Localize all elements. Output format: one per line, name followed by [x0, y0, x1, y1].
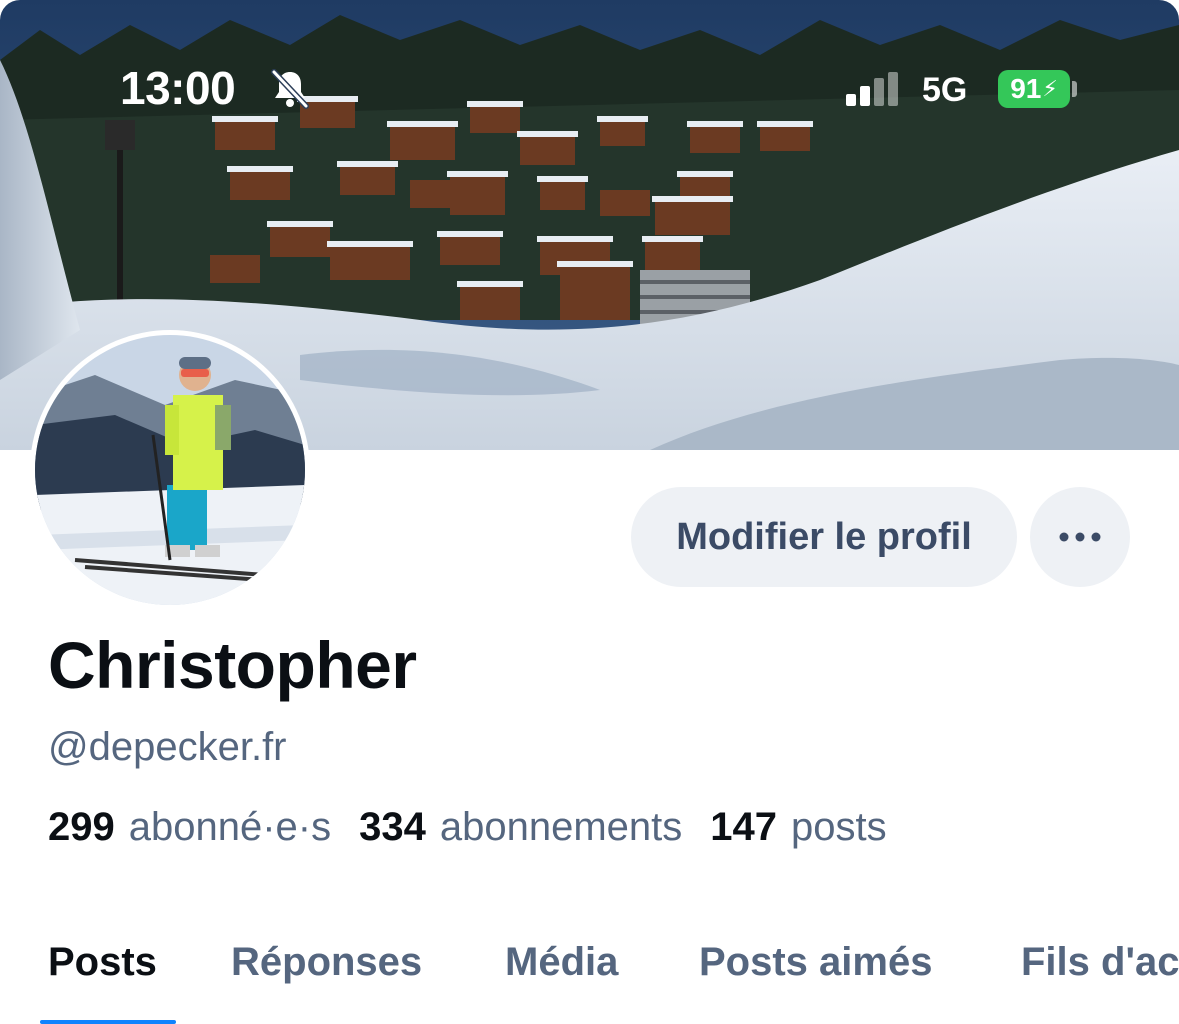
- tab-replies[interactable]: Réponses: [231, 936, 422, 988]
- active-tab-indicator: [40, 1020, 176, 1024]
- network-type: 5G: [922, 71, 968, 109]
- more-options-button[interactable]: [1030, 487, 1130, 587]
- followers-count: 299: [48, 805, 115, 849]
- avatar-image: [35, 335, 305, 605]
- cellular-signal-icon: [846, 72, 898, 106]
- battery-indicator: 91 ⚡: [998, 70, 1070, 108]
- tab-media[interactable]: Média: [505, 936, 618, 988]
- following-count: 334: [359, 805, 426, 849]
- followers-stat[interactable]: 299 abonné·e·s: [48, 800, 331, 854]
- following-label: abonnements: [439, 805, 683, 849]
- bell-slash-icon: [271, 69, 309, 109]
- user-handle: @depecker.fr: [48, 725, 287, 769]
- display-name: Christopher: [48, 628, 417, 702]
- posts-stat: 147 posts: [710, 800, 886, 854]
- tab-posts[interactable]: Posts: [48, 936, 157, 988]
- followers-label: abonné·e·s: [128, 805, 332, 849]
- status-time: 13:00: [120, 62, 236, 114]
- charging-bolt-icon: ⚡: [1042, 76, 1058, 101]
- edit-profile-button[interactable]: Modifier le profil: [631, 487, 1017, 587]
- following-stat[interactable]: 334 abonnements: [359, 800, 682, 854]
- tab-threads[interactable]: Fils d'ac: [1021, 936, 1179, 988]
- profile-stats: 299 abonné·e·s 334 abonnements 147 posts: [48, 800, 915, 854]
- ellipsis-icon: [1059, 532, 1101, 542]
- avatar[interactable]: [30, 330, 310, 610]
- posts-count: 147: [710, 805, 778, 849]
- battery-level: 91: [1010, 73, 1042, 104]
- tab-liked-posts[interactable]: Posts aimés: [699, 936, 932, 988]
- battery-cap: [1072, 81, 1077, 97]
- profile-tabs: Posts Réponses Média Posts aimés Fils d'…: [0, 930, 1179, 1024]
- posts-label: posts: [791, 805, 887, 849]
